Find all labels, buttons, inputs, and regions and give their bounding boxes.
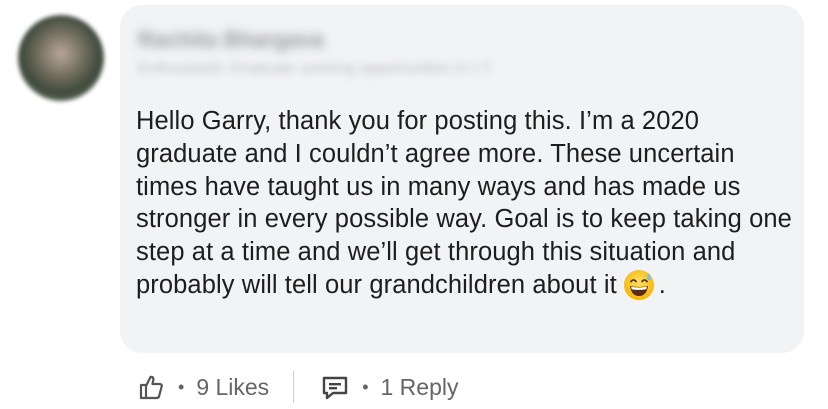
separator-dot: •	[362, 376, 369, 397]
replies-count[interactable]: 1 Reply	[381, 374, 459, 401]
action-divider	[293, 371, 295, 403]
grinning-face-with-sweat-icon	[623, 269, 654, 300]
comment-bubble: Rachita Bhargava Enthusiastic Graduate s…	[120, 5, 804, 353]
comment-actions: • 9 Likes • 1 Reply	[134, 366, 458, 408]
author-name[interactable]: Rachita Bhargava	[138, 27, 324, 52]
comment-text: Hello Garry, thank you for posting this.…	[136, 105, 796, 302]
avatar[interactable]	[18, 15, 104, 101]
thumbs-up-icon	[139, 375, 163, 400]
reply-button[interactable]	[318, 370, 352, 404]
likes-count[interactable]: 9 Likes	[196, 374, 269, 401]
author-headline: Enthusiastic Graduate seeking opportunit…	[138, 60, 494, 77]
comment-ending: .	[658, 270, 666, 299]
like-button[interactable]	[134, 370, 168, 404]
comment-icon	[322, 376, 348, 400]
separator-dot: •	[178, 376, 185, 397]
comment-body: Hello Garry, thank you for posting this.…	[136, 107, 792, 299]
comment-item: Rachita Bhargava Enthusiastic Graduate s…	[0, 0, 828, 409]
